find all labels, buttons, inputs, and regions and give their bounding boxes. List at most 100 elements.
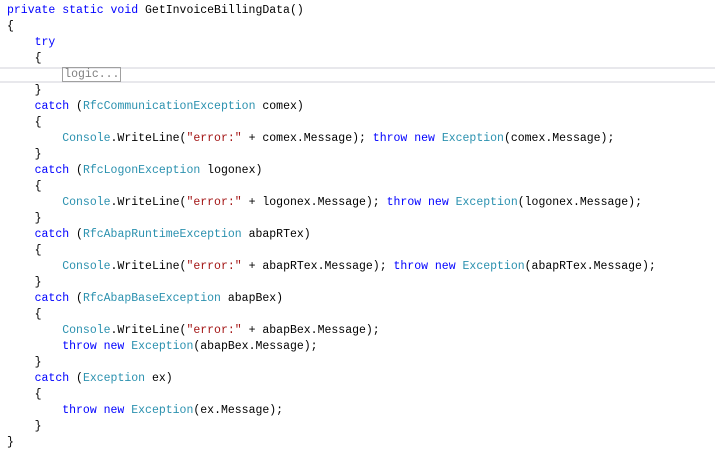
code-token: } <box>7 436 14 449</box>
code-token: Exception <box>131 404 194 417</box>
code-token: "error:" <box>186 196 242 209</box>
code-token: catch <box>34 372 70 385</box>
code-token: { <box>7 116 42 129</box>
code-token: } <box>7 212 42 225</box>
code-token: .WriteLine( <box>110 260 187 273</box>
code-token: catch <box>34 228 70 241</box>
code-token: private static void <box>7 4 146 17</box>
code-token: } <box>7 148 42 161</box>
code-token: catch <box>34 100 70 113</box>
code-line[interactable]: catch (RfcAbapBaseException abapBex) <box>7 291 283 307</box>
code-token: Exception <box>82 372 146 385</box>
collapsed-region-button[interactable]: logic... <box>62 67 122 82</box>
code-line[interactable]: throw new Exception(abapBex.Message); <box>7 339 318 355</box>
code-token: .WriteLine( <box>110 132 187 145</box>
code-token: catch <box>34 164 70 177</box>
code-token: { <box>7 52 42 65</box>
code-token: { <box>7 20 14 33</box>
code-line[interactable]: { <box>7 243 42 259</box>
code-line[interactable]: Console.WriteLine("error:" + abapRTex.Me… <box>7 259 656 275</box>
code-token: "error:" <box>186 260 242 273</box>
code-line[interactable]: try <box>7 35 56 51</box>
code-token: RfcAbapBaseException <box>82 292 221 305</box>
code-line[interactable]: Console.WriteLine("error:" + comex.Messa… <box>7 131 614 147</box>
code-token: throw new <box>393 260 463 273</box>
code-token: .WriteLine( <box>110 324 187 337</box>
code-line[interactable]: { <box>7 307 42 323</box>
code-line[interactable]: catch (RfcAbapRuntimeException abapRTex) <box>7 227 311 243</box>
code-token: + comex.Message); <box>241 132 373 145</box>
code-token: "error:" <box>186 132 242 145</box>
code-line[interactable]: } <box>7 419 42 435</box>
code-line[interactable]: } <box>7 275 42 291</box>
code-token: throw new <box>62 340 132 353</box>
code-token: GetInvoiceBillingData() <box>145 4 304 17</box>
code-token: } <box>7 420 42 433</box>
code-token: + abapBex.Message); <box>241 324 380 337</box>
code-token: catch <box>34 292 70 305</box>
code-token: Console <box>62 324 111 337</box>
code-line[interactable]: } <box>7 147 42 163</box>
code-token: ( <box>69 164 83 177</box>
code-token: throw new <box>372 132 442 145</box>
code-token: (abapBex.Message); <box>193 340 318 353</box>
code-token: logonex) <box>200 164 263 177</box>
code-token: Exception <box>131 340 194 353</box>
code-token: ( <box>69 100 83 113</box>
code-line[interactable]: logic... <box>7 67 122 83</box>
code-token: comex) <box>255 100 304 113</box>
code-token: RfcCommunicationException <box>82 100 256 113</box>
code-token: Exception <box>455 196 518 209</box>
code-token: + abapRTex.Message); <box>241 260 394 273</box>
code-line[interactable]: { <box>7 19 14 35</box>
code-token: throw new <box>386 196 456 209</box>
code-token: } <box>7 84 42 97</box>
code-token: } <box>7 276 42 289</box>
code-line[interactable]: Console.WriteLine("error:" + logonex.Mes… <box>7 195 642 211</box>
code-token: } <box>7 356 42 369</box>
code-token: ( <box>69 292 83 305</box>
code-line[interactable]: } <box>7 83 42 99</box>
code-line[interactable]: { <box>7 115 42 131</box>
code-line[interactable]: catch (RfcLogonException logonex) <box>7 163 263 179</box>
code-token: (abapRTex.Message); <box>524 260 656 273</box>
code-line[interactable]: Console.WriteLine("error:" + abapBex.Mes… <box>7 323 380 339</box>
code-token: Console <box>62 196 111 209</box>
code-line[interactable]: { <box>7 51 42 67</box>
code-token: + logonex.Message); <box>241 196 387 209</box>
code-line[interactable]: catch (RfcCommunicationException comex) <box>7 99 304 115</box>
code-token: try <box>34 36 56 49</box>
code-line[interactable]: catch (Exception ex) <box>7 371 173 387</box>
code-token: ( <box>69 228 83 241</box>
code-token: RfcLogonException <box>82 164 201 177</box>
code-token: "error:" <box>186 324 242 337</box>
code-token: Console <box>62 132 111 145</box>
code-token: Exception <box>462 260 525 273</box>
code-token: abapRTex) <box>241 228 311 241</box>
code-token: RfcAbapRuntimeException <box>82 228 242 241</box>
code-line[interactable]: { <box>7 179 42 195</box>
code-token: (comex.Message); <box>503 132 615 145</box>
code-line[interactable]: throw new Exception(ex.Message); <box>7 403 283 419</box>
code-token: (logonex.Message); <box>517 196 642 209</box>
code-token: .WriteLine( <box>110 196 187 209</box>
code-line[interactable]: private static void GetInvoiceBillingDat… <box>7 3 304 19</box>
code-line[interactable]: } <box>7 355 42 371</box>
code-token: Console <box>62 260 111 273</box>
code-line[interactable]: } <box>7 211 42 227</box>
code-token: { <box>7 244 42 257</box>
code-token: abapBex) <box>220 292 284 305</box>
code-line[interactable]: { <box>7 387 42 403</box>
code-line[interactable]: } <box>7 435 14 451</box>
code-editor[interactable]: private static void GetInvoiceBillingDat… <box>0 0 715 457</box>
